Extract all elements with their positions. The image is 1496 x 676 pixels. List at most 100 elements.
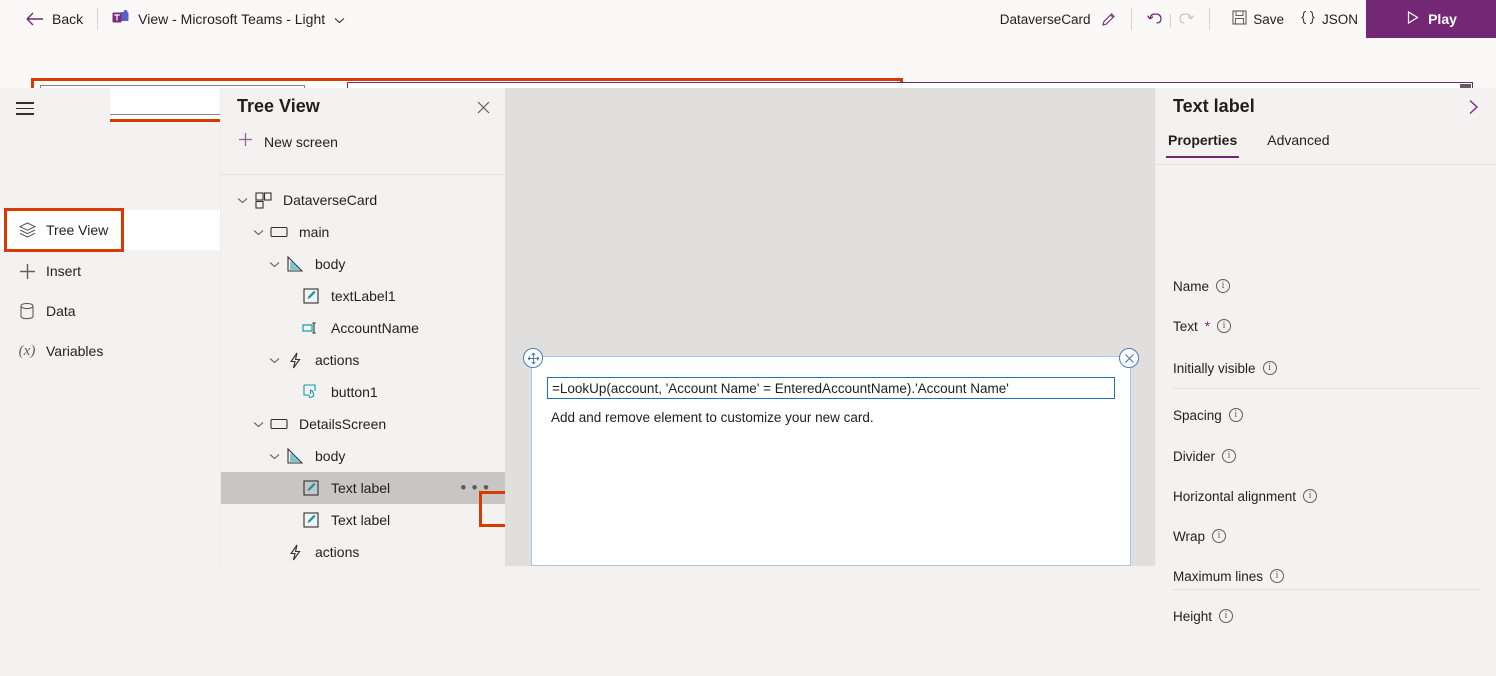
tree-node[interactable]: button1 xyxy=(221,376,506,408)
json-button[interactable]: JSON xyxy=(1292,4,1366,34)
new-screen-button[interactable]: New screen xyxy=(237,128,338,156)
chevron-down-icon[interactable] xyxy=(265,453,283,460)
tree-view-title: Tree View xyxy=(237,96,320,116)
database-icon xyxy=(12,302,42,321)
app-title-dropdown[interactable]: View - Microsoft Teams - Light xyxy=(112,9,345,28)
property-row: Name i xyxy=(1156,270,1496,302)
back-button[interactable]: Back xyxy=(26,11,83,27)
move-handle-icon[interactable] xyxy=(523,348,543,368)
property-label: Spacing i xyxy=(1173,408,1243,423)
tree-node-label: AccountName xyxy=(331,320,419,336)
info-icon[interactable]: i xyxy=(1219,609,1234,623)
tree-node-label: Text label xyxy=(331,480,391,496)
card-selected-text-value: =LookUp(account, 'Account Name' = Entere… xyxy=(552,380,1009,396)
tree-node-label: main xyxy=(299,224,330,240)
property-label-text: Name xyxy=(1173,278,1210,294)
property-row: Horizontal alignment i xyxy=(1156,480,1496,512)
plus-icon xyxy=(12,262,42,281)
info-icon[interactable]: i xyxy=(1212,529,1227,543)
document-name: DataverseCard xyxy=(999,11,1091,27)
chevron-right-icon[interactable] xyxy=(1467,99,1480,120)
chevron-down-icon[interactable] xyxy=(249,229,267,236)
property-label-text: Height xyxy=(1173,608,1213,624)
sidebar-item-label: Tree View xyxy=(46,222,109,238)
tree-node[interactable]: Text label xyxy=(221,504,506,536)
tab-advanced[interactable]: Advanced xyxy=(1265,128,1331,158)
chevron-down-icon[interactable] xyxy=(265,357,283,364)
card-grid-icon xyxy=(251,191,275,209)
chevron-down-icon[interactable] xyxy=(249,421,267,428)
sidebar-item-variables[interactable]: (x) Variables xyxy=(0,331,110,371)
back-label: Back xyxy=(52,11,84,27)
text-label-icon xyxy=(299,512,323,528)
pencil-icon[interactable] xyxy=(1100,11,1117,28)
property-label: Name i xyxy=(1173,278,1231,294)
sidebar-item-tree-view[interactable]: Tree View xyxy=(0,210,220,250)
tree-node[interactable]: main xyxy=(221,216,506,248)
variable-x-icon: (x) xyxy=(18,342,36,359)
rectangle-icon xyxy=(267,417,291,431)
tree-node[interactable]: body xyxy=(221,440,506,472)
redo-icon xyxy=(1177,11,1195,27)
property-row: Maximum lines i xyxy=(1156,560,1496,592)
info-icon[interactable]: i xyxy=(1228,408,1243,422)
tree-node-label: textLabel1 xyxy=(331,288,396,304)
tree-node[interactable]: DataverseCard xyxy=(221,184,506,216)
sidebar-item-data[interactable]: Data xyxy=(0,291,110,331)
property-label-text: Maximum lines xyxy=(1173,568,1264,584)
property-label-text: Text xyxy=(1173,318,1198,334)
required-asterisk: * xyxy=(1204,318,1211,334)
tree-node-label: Text label xyxy=(331,512,391,528)
property-row: Height i xyxy=(1156,600,1496,632)
sidebar-item-label: Insert xyxy=(46,263,82,279)
info-icon[interactable]: i xyxy=(1216,279,1231,293)
card-selected-text-label[interactable]: =LookUp(account, 'Account Name' = Entere… xyxy=(547,377,1115,399)
tree-node[interactable]: textLabel1 xyxy=(221,280,506,312)
tree-node-label: body xyxy=(315,256,346,272)
tree-node-label: actions xyxy=(315,352,360,368)
tree-node-label: actions xyxy=(315,544,360,560)
canvas-area[interactable]: =LookUp(account, 'Account Name' = Entere… xyxy=(505,88,1155,566)
save-disk-icon xyxy=(1232,10,1247,28)
card-preview[interactable]: =LookUp(account, 'Account Name' = Entere… xyxy=(523,348,1139,566)
property-label: Horizontal alignment i xyxy=(1173,489,1318,504)
chevron-down-icon xyxy=(334,11,345,27)
tree-node[interactable]: Text label • • • xyxy=(221,472,506,504)
tree-node[interactable]: DetailsScreen xyxy=(221,408,506,440)
info-icon[interactable]: i xyxy=(1222,449,1237,463)
sidebar-item-label: Variables xyxy=(46,343,104,359)
info-icon[interactable]: i xyxy=(1217,319,1232,333)
property-label: Height i xyxy=(1173,608,1234,624)
chevron-down-icon[interactable] xyxy=(265,261,283,268)
info-icon[interactable]: i xyxy=(1303,489,1318,503)
tree-node[interactable]: actions xyxy=(221,344,506,376)
undo-icon[interactable] xyxy=(1146,11,1164,27)
tree-node[interactable]: AccountName xyxy=(221,312,506,344)
tab-properties[interactable]: Properties xyxy=(1166,128,1240,158)
tree-node[interactable]: actions xyxy=(221,536,506,568)
close-icon[interactable] xyxy=(476,100,491,120)
property-label: Maximum lines i xyxy=(1173,568,1285,584)
toolbar-divider-2 xyxy=(1130,8,1132,30)
property-label-text: Spacing xyxy=(1173,407,1222,423)
play-button[interactable]: Play xyxy=(1366,0,1496,38)
tree-divider xyxy=(221,174,506,175)
tree-node[interactable]: body xyxy=(221,248,506,280)
save-button[interactable]: Save xyxy=(1224,4,1292,34)
tree-node-more-icon[interactable]: • • • xyxy=(460,478,490,498)
sidebar-item-insert[interactable]: Insert xyxy=(0,251,110,291)
close-circle-icon[interactable] xyxy=(1119,348,1139,368)
top-command-bar: Back View - Microsoft Teams - Light Data… xyxy=(0,0,1496,38)
tree-node-label: body xyxy=(315,448,346,464)
app-title-label: View - Microsoft Teams - Light xyxy=(138,11,326,27)
hamburger-icon[interactable] xyxy=(16,102,34,115)
property-label-text: Divider xyxy=(1173,448,1216,464)
tree-view-panel: Tree View New screen DataverseCard main bo… xyxy=(220,88,615,568)
card-subtitle-text: Add and remove element to customize your… xyxy=(551,410,874,425)
property-row: Text * i xyxy=(1156,310,1496,342)
property-label: Wrap i xyxy=(1173,529,1227,544)
info-icon[interactable]: i xyxy=(1270,569,1285,583)
chevron-down-icon[interactable] xyxy=(233,197,251,204)
plus-icon xyxy=(237,131,254,153)
info-icon[interactable]: i xyxy=(1262,361,1277,375)
